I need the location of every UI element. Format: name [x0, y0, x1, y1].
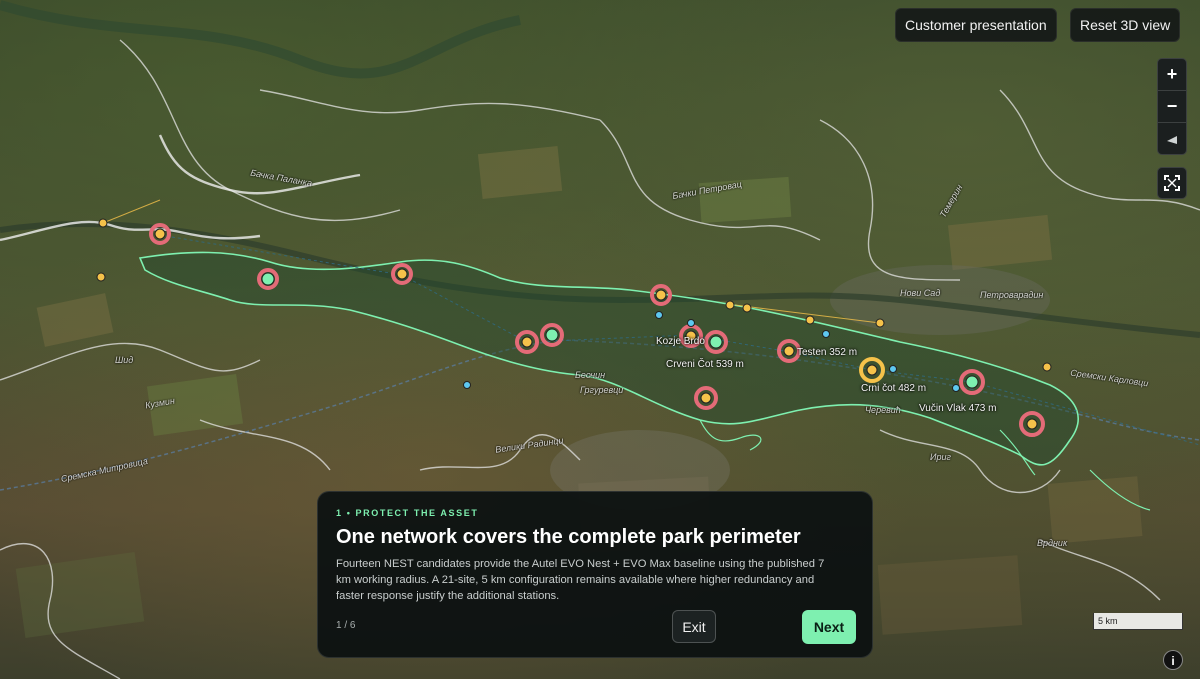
nest-candidate-marker[interactable]	[257, 268, 279, 290]
info-icon: i	[1171, 654, 1175, 668]
next-button[interactable]: Next	[802, 610, 856, 644]
map-navigation-control: + −	[1157, 58, 1187, 155]
place-label: Петроварадин	[980, 290, 1044, 300]
zoom-out-button[interactable]: −	[1158, 91, 1186, 123]
support-point[interactable]	[742, 303, 752, 313]
point-label: Crni čot 482 m	[861, 383, 927, 394]
place-label: Беочин	[575, 370, 606, 380]
fullscreen-button[interactable]	[1157, 167, 1187, 199]
tour-step-body: Fourteen NEST candidates provide the Aut…	[336, 558, 825, 602]
plus-icon: +	[1166, 64, 1178, 84]
auxiliary-point[interactable]	[822, 330, 830, 338]
support-point[interactable]	[875, 318, 885, 328]
auxiliary-point[interactable]	[463, 381, 471, 389]
tour-pager: 1 / 6	[336, 620, 356, 631]
auxiliary-point[interactable]	[655, 311, 663, 319]
compass-icon	[1167, 135, 1177, 144]
exit-button[interactable]: Exit	[672, 610, 716, 643]
support-point[interactable]	[1042, 362, 1052, 372]
point-label: Kozje Brdo	[656, 336, 705, 347]
place-label: Ириг	[930, 452, 951, 462]
place-label: Черевић	[865, 405, 901, 415]
tour-panel: 1 • PROTECT THE ASSET One network covers…	[317, 491, 873, 658]
support-point[interactable]	[98, 218, 108, 228]
auxiliary-point[interactable]	[889, 365, 897, 373]
customer-presentation-button[interactable]: Customer presentation	[895, 8, 1057, 42]
point-label: Crveni Čot 539 m	[666, 359, 744, 370]
place-label: Нови Сад	[900, 288, 941, 298]
place-label: Врдник	[1037, 538, 1068, 548]
support-point[interactable]	[96, 272, 106, 282]
place-label: Шид	[115, 355, 134, 365]
support-point[interactable]	[805, 315, 815, 325]
point-label: Vučin Vlak 473 m	[919, 403, 997, 414]
place-label: Гргуревци	[580, 385, 624, 395]
tour-step-title: One network covers the complete park per…	[336, 526, 801, 548]
support-point[interactable]	[725, 300, 735, 310]
tour-step-eyebrow: 1 • PROTECT THE ASSET	[336, 508, 479, 518]
point-label: Testen 352 m	[797, 347, 858, 358]
fullscreen-icon	[1164, 175, 1180, 191]
zoom-in-button[interactable]: +	[1158, 59, 1186, 91]
scale-bar: 5 km	[1093, 613, 1183, 630]
reset-3d-view-button[interactable]: Reset 3D view	[1070, 8, 1181, 42]
auxiliary-point[interactable]	[952, 384, 960, 392]
minus-icon: −	[1166, 96, 1178, 116]
auxiliary-point[interactable]	[687, 319, 695, 327]
info-button[interactable]: i	[1163, 650, 1183, 670]
compass-button[interactable]	[1158, 123, 1186, 154]
